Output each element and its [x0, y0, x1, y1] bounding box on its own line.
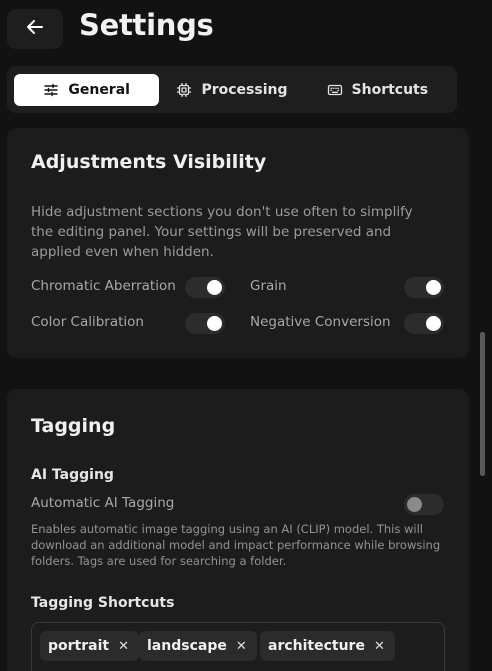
tagging-shortcuts-heading: Tagging Shortcuts	[31, 595, 175, 611]
tab-general[interactable]: General	[14, 73, 160, 106]
tab-processing[interactable]: Processing	[159, 74, 304, 106]
tagging-title: Tagging	[31, 415, 116, 437]
tag-chip-label: portrait	[48, 638, 110, 654]
page-title: Settings	[79, 8, 214, 42]
toggle-knob	[207, 280, 222, 295]
option-negative-conversion-label: Negative Conversion	[250, 314, 391, 330]
cpu-icon	[176, 82, 192, 98]
close-icon[interactable]: ✕	[118, 639, 129, 654]
adjustments-title: Adjustments Visibility	[31, 151, 267, 173]
ai-tagging-heading: AI Tagging	[31, 467, 114, 483]
automatic-ai-tagging-label: Automatic AI Tagging	[31, 495, 175, 511]
back-button[interactable]	[7, 9, 63, 49]
negative-conversion-toggle[interactable]	[404, 313, 444, 334]
tag-chip-label: architecture	[268, 638, 365, 654]
tag-chip-landscape: landscape ✕	[139, 631, 257, 661]
toggle-knob	[426, 316, 441, 331]
tab-shortcuts[interactable]: Shortcuts	[305, 74, 450, 106]
toggle-knob	[426, 280, 441, 295]
tab-general-label: General	[68, 81, 130, 98]
sliders-icon	[43, 82, 59, 98]
arrow-left-icon	[25, 17, 45, 41]
option-chromatic-aberration-label: Chromatic Aberration	[31, 278, 176, 294]
grain-toggle[interactable]	[404, 277, 444, 298]
adjustments-description: Hide adjustment sections you don't use o…	[31, 204, 413, 260]
tagging-shortcuts-box: portrait ✕ landscape ✕ architecture ✕	[31, 622, 445, 671]
settings-page: Settings General Processing Shortcuts Ad…	[0, 0, 492, 671]
close-icon[interactable]: ✕	[236, 639, 247, 654]
ai-tagging-description: Enables automatic image tagging using an…	[31, 522, 441, 568]
toggle-knob	[207, 316, 222, 331]
settings-tabs: General Processing Shortcuts	[7, 66, 457, 113]
close-icon[interactable]: ✕	[374, 639, 385, 654]
color-calibration-toggle[interactable]	[185, 313, 225, 334]
tag-chip-portrait: portrait ✕	[40, 631, 139, 661]
tagging-card: Tagging AI Tagging Automatic AI Tagging …	[7, 389, 469, 671]
toggle-knob	[407, 497, 422, 512]
adjustments-visibility-card: Adjustments Visibility Hide adjustment s…	[7, 128, 469, 358]
tag-chip-label: landscape	[147, 638, 227, 654]
keyboard-icon	[327, 82, 343, 98]
option-color-calibration-label: Color Calibration	[31, 314, 144, 330]
tab-processing-label: Processing	[201, 81, 288, 98]
chromatic-aberration-toggle[interactable]	[185, 277, 225, 298]
tab-shortcuts-label: Shortcuts	[351, 81, 429, 98]
tag-chip-architecture: architecture ✕	[260, 631, 395, 661]
option-grain-label: Grain	[250, 278, 287, 294]
scrollbar-thumb[interactable]	[480, 332, 485, 476]
automatic-ai-tagging-toggle[interactable]	[404, 494, 444, 515]
